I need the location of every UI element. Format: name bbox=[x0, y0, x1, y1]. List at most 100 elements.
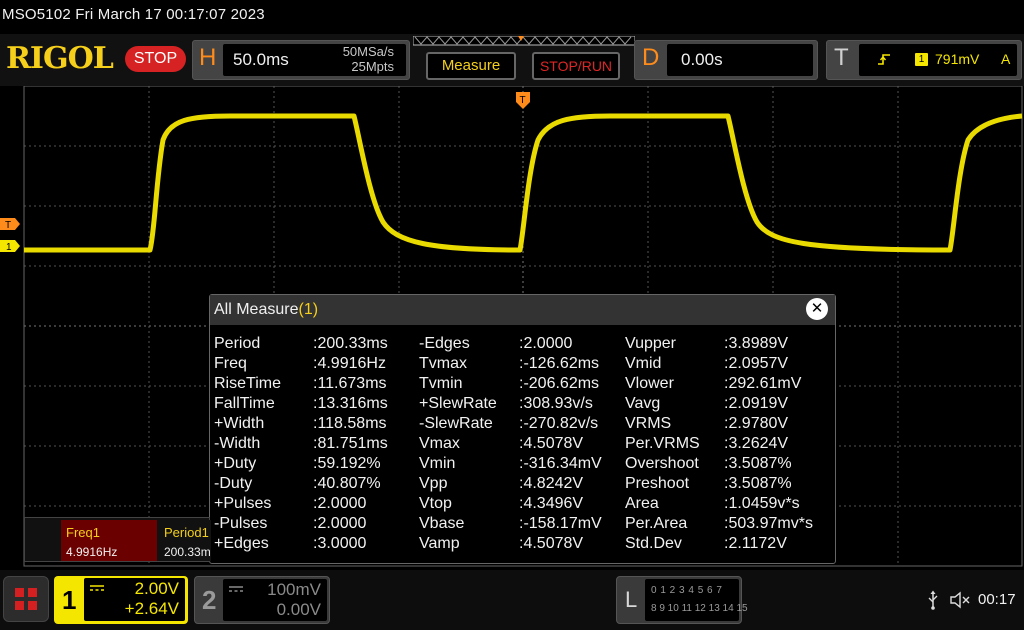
channel2-offset: 0.00V bbox=[276, 600, 321, 619]
dc-coupling-icon bbox=[229, 586, 243, 592]
stop-run-button[interactable]: STOP/RUN bbox=[532, 52, 620, 80]
measurement-name: Area bbox=[625, 495, 659, 512]
measurement-name: Per.VRMS bbox=[625, 435, 700, 452]
measurement-value: :59.192% bbox=[313, 455, 381, 472]
channel1-offset: +2.64V bbox=[124, 599, 179, 618]
trigger-source-badge: 1 bbox=[915, 53, 928, 66]
measurement-name: Freq bbox=[214, 355, 247, 372]
svg-text:T: T bbox=[520, 95, 526, 106]
measurement-name: Tvmin bbox=[419, 375, 463, 392]
run-state-badge[interactable]: STOP bbox=[125, 46, 186, 72]
measurement-value: :4.8242V bbox=[519, 475, 584, 492]
dc-coupling-icon bbox=[90, 585, 104, 591]
measurement-name: Per.Area bbox=[625, 515, 688, 532]
measurement-name: Vpp bbox=[419, 475, 448, 492]
period-label: Period1 bbox=[164, 525, 209, 540]
measurement-name: Vamp bbox=[419, 535, 460, 552]
menu-bar: RIGOL STOP H 50.0ms 50MSa/s 25Mpts Measu… bbox=[0, 34, 1024, 86]
usb-icon bbox=[928, 590, 938, 610]
measurement-value: :3.8989V bbox=[724, 335, 789, 352]
measurement-value: :2.9780V bbox=[724, 415, 789, 432]
all-measure-panel: All Measure(1) ✕ Period:200.33ms Freq:4.9… bbox=[209, 294, 836, 564]
measurement-value: :2.0000 bbox=[519, 335, 573, 352]
measure-button[interactable]: Measure bbox=[426, 52, 516, 80]
measurement-name: Vbase bbox=[419, 515, 465, 532]
measurement-value: :40.807% bbox=[313, 475, 381, 492]
quick-measure-panel[interactable]: Freq1 4.9916Hz Period1 200.33ms bbox=[24, 517, 211, 562]
sample-rate: 50MSa/s bbox=[342, 44, 394, 59]
measurement-name: Std.Dev bbox=[625, 535, 682, 552]
freq-measure-item[interactable]: Freq1 4.9916Hz bbox=[61, 520, 157, 561]
channel2-scale: 100mV bbox=[267, 580, 321, 599]
measurement-value: :-316.34mV bbox=[519, 455, 602, 472]
measurement-value: :-126.62ms bbox=[519, 355, 600, 372]
sample-info: 50MSa/s 25Mpts bbox=[343, 44, 394, 74]
measurement-value: :3.5087% bbox=[724, 455, 792, 472]
delay-letter: D bbox=[642, 44, 660, 71]
trigger-readout: 1 791mV A bbox=[859, 44, 1017, 76]
trigger-position-top: T bbox=[516, 92, 530, 109]
rigol-logo: RIGOL bbox=[6, 41, 114, 76]
measurement-value: :308.93v/s bbox=[519, 395, 593, 412]
measurement-name: -Width bbox=[214, 435, 261, 452]
measurement-name: RiseTime bbox=[214, 375, 281, 392]
measurement-name: Overshoot bbox=[625, 455, 699, 472]
logic-analyzer-control[interactable]: L 0 1 2 3 4 5 6 7 8 9 10 11 12 13 14 15 bbox=[616, 576, 748, 624]
measurement-name: FallTime bbox=[214, 395, 275, 412]
clock: 00:17 bbox=[978, 591, 1016, 608]
trigger-level-marker: T bbox=[5, 220, 11, 231]
measurement-name: Vmin bbox=[419, 455, 456, 472]
model-datetime: MSO5102 Fri March 17 00:17:07 2023 bbox=[2, 6, 265, 23]
trigger-panel[interactable]: T 1 791mV A bbox=[826, 40, 1022, 80]
measurement-name: Vlower bbox=[625, 375, 674, 392]
measurement-name: -Edges bbox=[419, 335, 470, 352]
measurement-name: -Pulses bbox=[214, 515, 268, 532]
measurement-value: :4.5078V bbox=[519, 535, 584, 552]
measurement-name: Vupper bbox=[625, 335, 676, 352]
measurement-name: -SlewRate bbox=[419, 415, 493, 432]
measurement-name: +Width bbox=[214, 415, 265, 432]
measurement-value: :2.0919V bbox=[724, 395, 789, 412]
trigger-level: 791mV bbox=[935, 51, 980, 67]
measurement-name: Period bbox=[214, 335, 261, 352]
delay-value: 0.00s bbox=[681, 50, 723, 69]
la-row-high: 8 9 10 11 12 13 14 15 bbox=[651, 603, 748, 614]
measurement-value: :-206.62ms bbox=[519, 375, 600, 392]
measurement-value: :-270.82v/s bbox=[519, 415, 599, 432]
measurement-value: :13.316ms bbox=[313, 395, 388, 412]
channel1-scale: 2.00V bbox=[134, 579, 179, 598]
measurement-value: :292.61mV bbox=[724, 375, 802, 392]
measurement-value: :200.33ms bbox=[313, 335, 388, 352]
measurement-value: :-158.17mV bbox=[519, 515, 602, 532]
measurement-value: :4.5078V bbox=[519, 435, 584, 452]
measurement-value: :118.58ms bbox=[313, 415, 387, 432]
close-icon[interactable]: ✕ bbox=[806, 298, 828, 320]
period-measure-item[interactable]: Period1 200.33ms bbox=[159, 520, 211, 561]
measurement-name: Tvmax bbox=[419, 355, 467, 372]
measurement-name: Vavg bbox=[625, 395, 661, 412]
measurement-value: :81.751ms bbox=[313, 435, 388, 452]
measurement-value: :2.0957V bbox=[724, 355, 789, 372]
horizontal-panel[interactable]: H 50.0ms 50MSa/s 25Mpts bbox=[192, 40, 410, 80]
freq-value: 4.9916Hz bbox=[66, 545, 118, 559]
measurement-value: :2.1172V bbox=[724, 535, 787, 552]
measurement-name: Vmid bbox=[625, 355, 662, 372]
trigger-letter: T bbox=[834, 44, 849, 71]
la-letter: L bbox=[625, 587, 638, 612]
panel-header: All Measure(1) ✕ bbox=[210, 295, 835, 325]
panel-count: (1) bbox=[298, 301, 319, 318]
measurement-name: Vmax bbox=[419, 435, 460, 452]
channel1-control[interactable]: 1 2.00V +2.64V bbox=[54, 576, 188, 624]
channel2-number: 2 bbox=[202, 585, 217, 615]
channel2-control[interactable]: 2 100mV 0.00V bbox=[194, 576, 330, 624]
mute-icon[interactable] bbox=[950, 591, 972, 609]
horizontal-letter: H bbox=[199, 44, 217, 71]
la-channels: 0 1 2 3 4 5 6 7 8 9 10 11 12 13 14 15 bbox=[645, 579, 748, 621]
measurement-value: :503.97mv*s bbox=[724, 515, 813, 532]
home-button[interactable] bbox=[3, 576, 49, 622]
memory-depth: 25Mpts bbox=[351, 59, 394, 74]
delay-panel[interactable]: D 0.00s bbox=[634, 40, 818, 80]
measurement-value: :3.5087% bbox=[724, 475, 792, 492]
home-icon bbox=[15, 588, 37, 610]
trigger-mode: A bbox=[1001, 51, 1011, 67]
